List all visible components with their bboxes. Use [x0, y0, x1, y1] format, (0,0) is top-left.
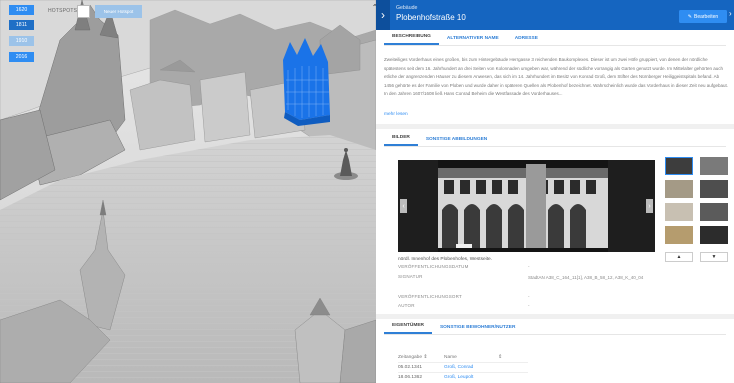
thumbnail[interactable]	[665, 157, 693, 175]
pencil-icon: ✎	[687, 13, 692, 20]
building-name-title: Plobenhofstraße 10	[396, 13, 466, 22]
meta-label-author: AUTOR	[398, 303, 415, 308]
chevron-up-icon[interactable]: ⌃	[369, 2, 376, 12]
owner-name-link[interactable]: Groß, Leupolt	[444, 375, 473, 380]
meta-value-publication-date: -	[528, 264, 530, 269]
highlighted-building[interactable]	[283, 38, 330, 126]
owner-name-link[interactable]: Groß, Conrad	[444, 365, 473, 370]
tab-beschreibung[interactable]: BESCHREIBUNG	[384, 34, 439, 45]
read-more-link[interactable]: mehr lesen	[384, 112, 408, 117]
column-header-date-label: Zeitangabe	[398, 355, 423, 360]
building-detail-panel: › Gebäude Plobenhofstraße 10 ✎ Bearbeite…	[376, 0, 734, 383]
3d-city-viewport[interactable]: 1620 1811 1910 2016 HOTSPOTS Neuer Hotsp…	[0, 0, 376, 383]
section-divider	[376, 314, 734, 319]
owner-date: 05.02.1341	[398, 365, 423, 370]
meta-value-publication-place: -	[528, 294, 530, 299]
image-caption: nördl. Innenhof des Plobenhofes, Westsei…	[398, 257, 493, 262]
tab-adresse[interactable]: ADRESSE	[507, 36, 546, 45]
year-button-1910[interactable]: 1910	[9, 36, 34, 46]
sort-icon: ⇕	[423, 355, 428, 360]
thumbnail[interactable]	[665, 203, 693, 221]
thumbnail[interactable]	[700, 180, 728, 198]
column-header-name-label: Name	[444, 355, 457, 360]
owner-date: 18.06.1362	[398, 375, 423, 380]
new-hotspot-button[interactable]: Neuer Hotspot	[95, 5, 142, 18]
section-divider	[376, 124, 734, 129]
tab-bilder[interactable]: BILDER	[384, 135, 418, 146]
chevron-right-icon[interactable]: ›	[376, 0, 390, 30]
description-tabs: BESCHREIBUNG ALTERNATIVER NAME ADRESSE	[384, 33, 726, 46]
tab-alternativer-name[interactable]: ALTERNATIVER NAME	[439, 36, 507, 45]
edit-button[interactable]: ✎ Bearbeiten	[679, 10, 727, 23]
meta-label-publication-place: VERÖFFENTLICHUNGSORT	[398, 294, 462, 299]
image-tabs: BILDER SONSTIGE ABBILDUNGEN	[384, 134, 726, 147]
courtyard-photo[interactable]	[398, 160, 655, 252]
next-image-arrow[interactable]: ›	[646, 199, 653, 213]
thumbnails-down-button[interactable]: ▼	[700, 252, 728, 262]
thumbnail[interactable]	[700, 203, 728, 221]
column-header-date[interactable]: Zeitangabe ⇕	[398, 355, 427, 360]
previous-image-arrow[interactable]: ‹	[400, 199, 407, 213]
edit-button-label: Bearbeiten	[694, 13, 719, 20]
sort-icon: ⇕	[498, 355, 503, 360]
close-icon[interactable]: ›	[729, 9, 732, 18]
object-type-label: Gebäude	[396, 5, 418, 11]
meta-value-signature: StadtAN A38_C_164_11[1], A38_B_58_12, A3…	[528, 275, 644, 280]
tab-eigentuemer[interactable]: EIGENTÜMER	[384, 323, 432, 334]
thumbnail[interactable]	[700, 157, 728, 175]
year-button-1620[interactable]: 1620	[9, 5, 34, 15]
meta-value-author: -	[528, 303, 530, 308]
tab-sonstige-bewohner[interactable]: SONSTIGE BEWOHNER/NUTZER	[432, 325, 523, 334]
meta-label-signature: SIGNATUR	[398, 274, 423, 279]
panel-header: › Gebäude Plobenhofstraße 10 ✎ Bearbeite…	[376, 0, 734, 30]
thumbnail[interactable]	[700, 226, 728, 244]
year-button-2016[interactable]: 2016	[9, 52, 34, 62]
thumbnail[interactable]	[665, 180, 693, 198]
tab-sonstige-abbildungen[interactable]: SONSTIGE ABBILDUNGEN	[418, 137, 495, 146]
hotspots-toggle-checkbox[interactable]	[77, 5, 90, 18]
hotspots-label: HOTSPOTS	[48, 8, 78, 14]
owner-tabs: EIGENTÜMER SONSTIGE BEWOHNER/NUTZER	[384, 322, 726, 335]
column-header-name[interactable]: Name ⇕	[444, 355, 502, 360]
thumbnail[interactable]	[665, 226, 693, 244]
meta-label-publication-date: VERÖFFENTLICHUNGSDATUM	[398, 264, 469, 269]
city-model-render	[0, 0, 376, 383]
thumbnails-up-button[interactable]: ▲	[665, 252, 693, 262]
description-fade	[384, 100, 730, 120]
year-button-1811[interactable]: 1811	[9, 20, 34, 30]
